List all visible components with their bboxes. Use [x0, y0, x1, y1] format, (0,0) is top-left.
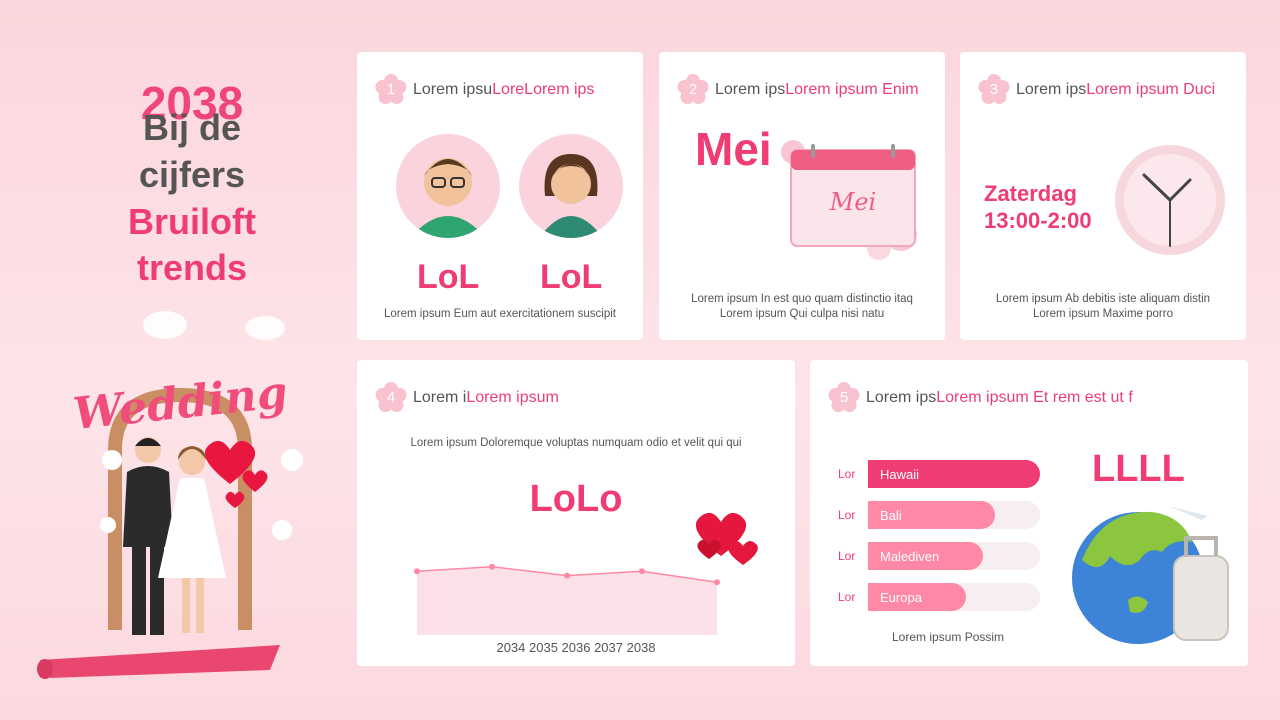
title-line-2: cijfers: [138, 153, 246, 195]
card-1-header: 1 Lorem ipsu LoreLorem ips: [375, 74, 594, 106]
card-3-header: 3 Lorem ips Lorem ipsum Duci: [978, 74, 1215, 106]
card-2-number: 2: [688, 81, 698, 98]
bar-label: Lor: [838, 467, 856, 481]
title-block: 2038 Bij de cijfers Bruiloft trends: [92, 80, 292, 288]
card-1-title-pink: LoreLorem ips: [492, 81, 595, 98]
time-value: 13:00-2:00: [984, 208, 1092, 233]
flower-badge-icon: 1: [375, 74, 407, 106]
card-4-description: Lorem ipsum Doloremque voluptas numquam …: [410, 437, 742, 449]
title-line-1: Bij de: [142, 107, 241, 148]
month-value: Mei: [695, 123, 772, 175]
bar-fill: Malediven: [868, 542, 984, 570]
clock-icon: [1115, 145, 1225, 255]
card-3-title-grey: Lorem ips: [1016, 81, 1087, 98]
groom-value: LoL: [417, 258, 480, 296]
card-1-caption: Lorem ipsum Eum aut exercitationem susci…: [383, 308, 616, 320]
card-5-number: 5: [839, 389, 849, 406]
destination-bar-row: Lor Malediven: [810, 542, 1040, 570]
bar-track: Bali: [868, 501, 1040, 529]
wedding-couple-illustration: Wedding: [37, 311, 303, 679]
calendar-icon: Mei: [781, 140, 917, 260]
bar-label: Lor: [838, 549, 856, 563]
destinations-footer: Lorem ipsum Possim: [892, 630, 1005, 644]
groom-avatar: [396, 134, 500, 238]
card-4-header: 4 Lorem i Lorem ipsum: [375, 382, 559, 414]
hearts-icon: [695, 512, 758, 565]
card-3-title-pink: Lorem ipsum Duci: [1086, 81, 1216, 98]
card-1-title-grey: Lorem ipsu: [413, 81, 493, 98]
card-2-header: 2 Lorem ips Lorem ipsum Enim: [677, 74, 919, 106]
title-line-4: trends: [136, 247, 248, 289]
destination-bar-row: Lor Bali: [810, 501, 1040, 529]
bar-fill: Bali: [868, 501, 996, 529]
bar-track: Malediven: [868, 542, 1040, 570]
card-3-caption-2: Lorem ipsum Maxime porro: [1033, 308, 1173, 320]
card-month: 2 Lorem ips Lorem ipsum Enim Mei Mei Lore…: [659, 52, 945, 340]
card-1-number: 1: [386, 81, 396, 98]
bar-name: Malediven: [880, 549, 940, 564]
trend-point-2034: [414, 568, 420, 575]
bar-name: Bali: [880, 508, 902, 523]
card-2-title-grey: Lorem ips: [715, 81, 786, 98]
trend-point-2036: [564, 572, 570, 579]
bar-name: Hawaii: [880, 467, 920, 482]
card-5-title-grey: Lorem ips: [866, 389, 937, 406]
trend-point-2035: [489, 563, 495, 570]
card-time: 3 Lorem ips Lorem ipsum Duci Zaterdag 13:…: [960, 52, 1246, 340]
card-2-caption-2: Lorem ipsum Qui culpa nisi natu: [719, 308, 885, 320]
calendar-month-text: Mei: [829, 188, 876, 216]
card-2-title-pink: Lorem ipsum Enim: [785, 81, 919, 98]
trend-point-2037: [639, 568, 645, 575]
card-destinations: 5 Lorem ips Lorem ipsum Et rem est ut f L…: [810, 360, 1248, 666]
trend-axis-labels: 2034 2035 2036 2037 2038: [496, 640, 656, 655]
bar-fill: Europa: [868, 583, 967, 611]
card-4-title-pink: Lorem ipsum: [466, 389, 559, 406]
card-2-caption-1: Lorem ipsum In est quo quam distinctio i…: [691, 293, 913, 305]
bar-label: Lor: [838, 590, 856, 604]
bride-avatar: [519, 134, 623, 238]
card-5-title-pink: Lorem ipsum Et rem est ut f: [936, 389, 1133, 406]
bride-value: LoL: [540, 258, 603, 296]
day-and-time: Zaterdag 13:00-2:00: [984, 180, 1092, 234]
flower-badge-icon: 5: [828, 382, 860, 414]
card-5-header: 5 Lorem ips Lorem ipsum Et rem est ut f: [828, 382, 1133, 414]
day-value: Zaterdag: [984, 181, 1077, 206]
bar-name: Europa: [880, 590, 922, 605]
flower-badge-icon: 4: [375, 382, 407, 414]
title-line-3: Bruiloft: [128, 200, 256, 242]
bar-fill: Hawaii: [868, 460, 1040, 488]
bar-track: Hawaii: [868, 460, 1040, 488]
flower-badge-icon: 2: [677, 74, 709, 106]
wedding-sign: Wedding: [71, 367, 290, 440]
card-trend: 4 Lorem i Lorem ipsum Lorem ipsum Dolorem…: [357, 360, 795, 666]
bar-track: Europa: [868, 583, 1040, 611]
destination-bar-row: Lor Europa: [810, 583, 1040, 611]
card-3-caption-1: Lorem ipsum Ab debitis iste aliquam dist…: [995, 293, 1211, 305]
bar-label: Lor: [838, 508, 856, 522]
destination-bar-row: Lor Hawaii: [810, 460, 1040, 488]
trend-point-2038: [714, 579, 720, 586]
destinations-big-value: LLLL: [1092, 448, 1185, 490]
card-4-title-grey: Lorem i: [413, 389, 467, 406]
card-3-number: 3: [989, 81, 999, 98]
globe-icon: [1072, 506, 1229, 644]
flower-badge-icon: 3: [978, 74, 1010, 106]
card-guests: 1 Lorem ipsu LoreLorem ips LoL LoL Lorem …: [357, 52, 643, 340]
card-4-number: 4: [386, 389, 396, 406]
